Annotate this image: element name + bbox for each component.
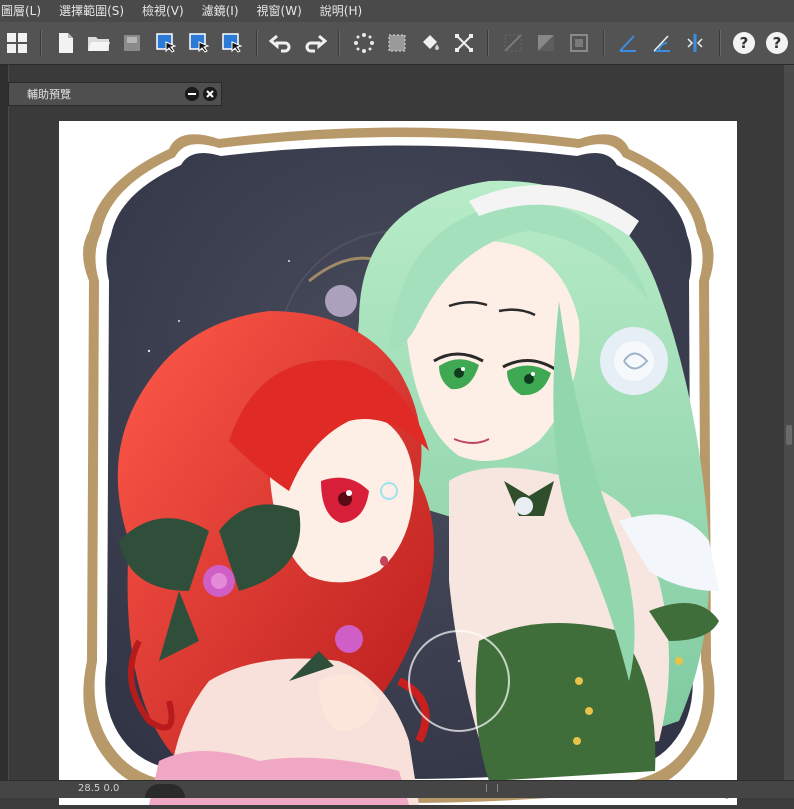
- status-bar: 28.5 0.0: [0, 780, 794, 798]
- menu-bar: 圖層(L) 選擇範圍(S) 檢視(V) 濾鏡(I) 視窗(W) 說明(H): [0, 0, 794, 23]
- workspace: 1: [9, 65, 784, 805]
- horizontal-scroll-grip[interactable]: [486, 784, 498, 792]
- artwork-illustration: [83, 127, 719, 805]
- menu-window[interactable]: 視窗(W): [248, 0, 311, 22]
- help-icon[interactable]: ?: [730, 28, 759, 58]
- toolbar: ? ?: [0, 22, 794, 65]
- svg-text:?: ?: [773, 34, 782, 52]
- zoom-readout: 28.5 0.0: [78, 783, 119, 794]
- angle-value: 0.0: [103, 783, 120, 794]
- symmetry-ruler-icon[interactable]: [680, 28, 709, 58]
- undo-icon[interactable]: [267, 28, 296, 58]
- save-icon[interactable]: [118, 28, 147, 58]
- transform-icon[interactable]: [449, 28, 478, 58]
- left-panel-strip: [0, 65, 9, 780]
- right-scroll-strip[interactable]: [784, 65, 794, 780]
- menu-help[interactable]: 說明(H): [311, 0, 371, 22]
- scroll-thumb[interactable]: [786, 425, 792, 445]
- navigator-panel-header[interactable]: 輔助預覽: [8, 82, 222, 106]
- toolbar-separator: [487, 30, 490, 56]
- menu-filter[interactable]: 濾鏡(I): [193, 0, 248, 22]
- toolbar-separator: [718, 30, 721, 56]
- canvas[interactable]: 1: [59, 121, 737, 805]
- minimize-icon[interactable]: [185, 87, 199, 101]
- rotate-dial-icon[interactable]: [145, 784, 185, 798]
- toolbar-separator: [255, 30, 258, 56]
- menu-selection[interactable]: 選擇範圍(S): [50, 0, 133, 22]
- select-tool-2-icon[interactable]: [184, 28, 213, 58]
- toolbar-separator: [338, 30, 341, 56]
- crop-frame-icon[interactable]: [565, 28, 594, 58]
- help-context-icon[interactable]: ?: [763, 28, 792, 58]
- panel-title: 輔助預覽: [27, 88, 71, 101]
- menu-view[interactable]: 檢視(V): [133, 0, 193, 22]
- zoom-value: 28.5: [78, 783, 101, 794]
- angle-ruler-icon[interactable]: [614, 28, 643, 58]
- toolbar-separator: [602, 30, 605, 56]
- close-icon[interactable]: [203, 87, 217, 101]
- toolbar-separator: [40, 30, 43, 56]
- open-folder-icon[interactable]: [84, 28, 113, 58]
- gradient-icon[interactable]: [531, 28, 560, 58]
- sparkle-dots-icon[interactable]: [349, 28, 378, 58]
- grid-layout-icon[interactable]: [2, 28, 31, 58]
- selection-frame-icon[interactable]: [382, 28, 411, 58]
- ruler-diagonal-icon[interactable]: [498, 28, 527, 58]
- select-tool-3-icon[interactable]: [217, 28, 246, 58]
- redo-icon[interactable]: [300, 28, 329, 58]
- menu-layer[interactable]: 圖層(L): [0, 0, 50, 22]
- svg-text:?: ?: [740, 34, 749, 52]
- select-tool-1-icon[interactable]: [151, 28, 180, 58]
- new-file-icon[interactable]: [51, 28, 80, 58]
- fill-bucket-icon[interactable]: [416, 28, 445, 58]
- protractor-icon[interactable]: [647, 28, 676, 58]
